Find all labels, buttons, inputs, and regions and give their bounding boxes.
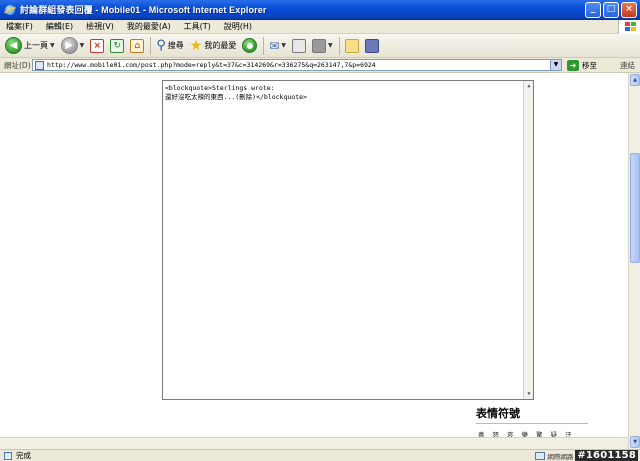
scroll-down-icon[interactable]: ▼ xyxy=(525,390,533,398)
go-button[interactable]: ➜ 移至 xyxy=(567,59,597,71)
status-text: 完成 xyxy=(16,451,31,460)
emoticon-heading: 表情符號 xyxy=(476,407,520,420)
star-icon: ★ xyxy=(189,37,203,54)
favorites-label: 我的最愛 xyxy=(204,41,237,50)
textarea-line-1: <blockquote>Sterlings wrote: xyxy=(165,84,275,92)
edit-icon xyxy=(312,38,327,53)
window-controls: _ □ × xyxy=(585,2,637,18)
media-icon: ● xyxy=(242,38,258,53)
menu-tools[interactable]: 工具(T) xyxy=(184,21,211,32)
search-label: 搜尋 xyxy=(167,41,184,50)
menu-bar: 檔案(F) 編輯(E) 檢視(V) 我的最愛(A) 工具(T) 說明(H) xyxy=(0,20,640,34)
forward-dropdown-icon[interactable]: ▼ xyxy=(80,42,85,49)
address-dropdown-icon[interactable]: ▼ xyxy=(550,60,561,70)
forward-arrow-icon: ▶ xyxy=(60,37,78,54)
page-done-icon xyxy=(4,451,12,460)
emoticon-divider xyxy=(476,423,588,424)
scroll-up-button[interactable]: ▲ xyxy=(630,74,640,86)
research-icon xyxy=(364,38,379,53)
toolbar-separator-2 xyxy=(263,36,265,55)
home-button[interactable]: ⌂ xyxy=(130,36,145,56)
menu-file[interactable]: 檔案(F) xyxy=(6,21,33,32)
status-bar: 完成 網際網路 #1601158 xyxy=(0,449,640,461)
menu-favorites[interactable]: 我的最愛(A) xyxy=(127,21,171,32)
menu-edit[interactable]: 編輯(E) xyxy=(46,21,73,32)
address-bar: 網址(D) http://www.mobile01.com/post.php?m… xyxy=(0,58,640,73)
stop-button[interactable]: × xyxy=(90,36,105,56)
mail-button[interactable]: ✉ ▼ xyxy=(269,36,286,56)
textarea-scrollbar[interactable]: ▲ ▼ xyxy=(523,81,533,399)
scroll-down-button[interactable]: ▼ xyxy=(630,436,640,448)
folder-icon xyxy=(344,38,359,53)
edit-dropdown-icon[interactable]: ▼ xyxy=(328,42,333,49)
links-label[interactable]: 連結 xyxy=(620,60,635,71)
title-bar[interactable]: 討論群組發表回覆 - Mobile01 - Microsoft Internet… xyxy=(0,0,640,20)
refresh-button[interactable]: ↻ xyxy=(110,36,125,56)
page-icon xyxy=(35,60,44,70)
maximize-button[interactable]: □ xyxy=(603,2,619,18)
address-label: 網址(D) xyxy=(4,60,31,70)
search-icon: ⚲ xyxy=(156,38,166,53)
favorites-button[interactable]: ★ 我的最愛 xyxy=(190,36,237,56)
research-button[interactable] xyxy=(364,36,379,56)
toolbar-separator xyxy=(150,36,152,55)
home-icon: ⌂ xyxy=(130,38,145,53)
printer-icon xyxy=(292,38,307,53)
page-scrollbar[interactable]: ▲ ▼ xyxy=(628,73,640,449)
windows-flag-icon xyxy=(618,20,640,34)
watermark-id: #1601158 xyxy=(575,450,638,461)
refresh-icon: ↻ xyxy=(110,38,125,53)
forward-button[interactable]: ▶ ▼ xyxy=(60,36,85,56)
minimize-button[interactable]: _ xyxy=(585,2,601,18)
textarea-line-2: 還好沒吃太辣的東西...(刪除)</blockquote> xyxy=(165,93,307,101)
toolbar-separator-3 xyxy=(338,36,340,55)
horizontal-scrollbar[interactable] xyxy=(0,437,628,449)
internet-zone-icon xyxy=(535,451,546,460)
go-arrow-icon: ➜ xyxy=(567,59,579,71)
window-title: 討論群組發表回覆 - Mobile01 - Microsoft Internet… xyxy=(20,5,267,15)
address-url[interactable]: http://www.mobile01.com/post.php?mode=re… xyxy=(47,61,376,69)
go-label: 移至 xyxy=(582,60,597,70)
back-label: 上一頁 xyxy=(24,41,48,50)
stop-icon: × xyxy=(90,38,105,53)
messenger-button[interactable] xyxy=(344,36,359,56)
zone-label: 網際網路 xyxy=(547,452,574,461)
media-button[interactable]: ● xyxy=(242,36,258,56)
page-content: <blockquote>Sterlings wrote: 還好沒吃太辣的東西..… xyxy=(0,73,628,449)
back-arrow-icon: ◀ xyxy=(5,37,22,54)
mail-icon: ✉ xyxy=(269,38,280,53)
scroll-thumb[interactable] xyxy=(630,153,640,263)
edit-button[interactable]: ▼ xyxy=(312,36,333,56)
ie-logo-icon xyxy=(4,4,16,16)
address-input[interactable]: http://www.mobile01.com/post.php?mode=re… xyxy=(32,59,562,71)
back-button[interactable]: ◀ 上一頁 ▼ xyxy=(5,36,55,56)
mail-dropdown-icon[interactable]: ▼ xyxy=(281,42,286,49)
print-button[interactable] xyxy=(292,36,307,56)
close-button[interactable]: × xyxy=(621,2,637,18)
back-dropdown-icon[interactable]: ▼ xyxy=(50,42,55,49)
menu-help[interactable]: 說明(H) xyxy=(224,21,252,32)
search-button[interactable]: ⚲ 搜尋 xyxy=(156,36,184,56)
menu-view[interactable]: 檢視(V) xyxy=(86,21,114,32)
reply-textarea[interactable]: <blockquote>Sterlings wrote: 還好沒吃太辣的東西..… xyxy=(162,80,534,400)
standard-toolbar: ◀ 上一頁 ▼ ▶ ▼ × ↻ ⌂ ⚲ 搜尋 ★ 我的最愛 ● ✉ ▼ ▼ xyxy=(0,34,640,58)
scroll-up-icon[interactable]: ▲ xyxy=(525,82,533,90)
security-zone: 網際網路 #1601158 xyxy=(535,450,640,461)
